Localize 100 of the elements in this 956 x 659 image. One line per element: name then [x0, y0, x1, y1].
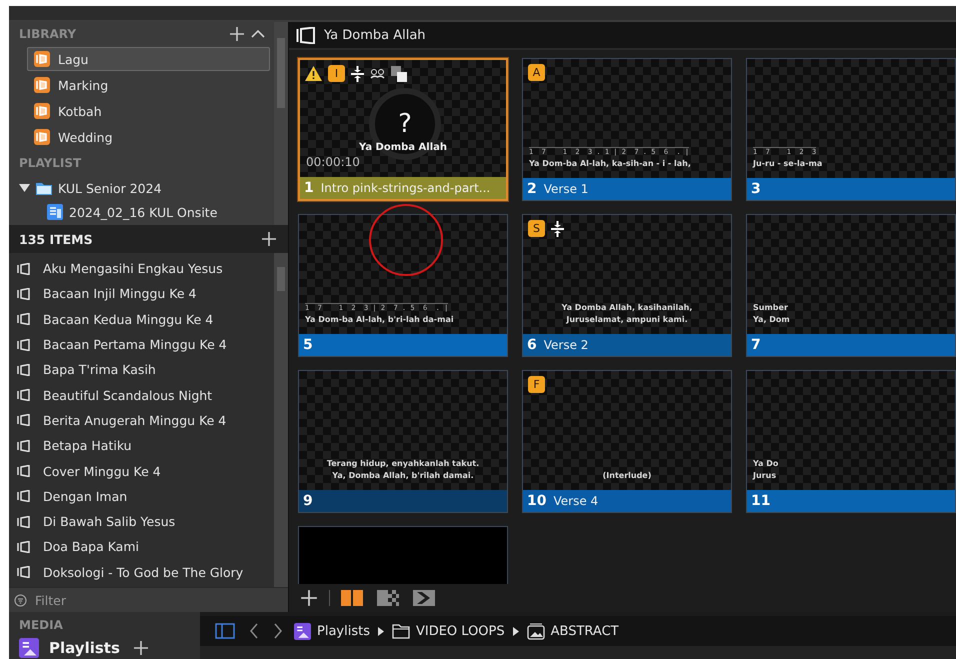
slide-tile[interactable]: S Ya Domba Allah, kasihanilah, Juruselamat, ampuni kami. 6 Verse 2 — [522, 214, 732, 357]
breadcrumb-link[interactable]: Playlists — [294, 622, 370, 640]
slide-badge: I — [328, 65, 345, 82]
filter-field[interactable]: Filter — [9, 587, 288, 612]
slide-badge: A — [528, 64, 545, 81]
lyric-text: Ya Do — [753, 458, 778, 470]
lyric-text: Terang hidup, enyahkanlah takut. — [326, 458, 480, 470]
presentation-icon — [17, 540, 31, 553]
playlist-folder[interactable]: KUL Senior 2024 — [19, 176, 274, 200]
section-title: LIBRARY — [19, 27, 76, 41]
presentation-icon — [17, 440, 31, 452]
lyric-text: Ya Dom-ba Al-lah, b'ri-lah da-mai — [305, 314, 454, 326]
slide-timer: 00:00:10 — [306, 155, 360, 169]
image-icon — [526, 622, 545, 640]
presentation-icon — [17, 288, 31, 300]
library-item[interactable]: Lagu — [27, 47, 270, 71]
presentation-icon — [17, 338, 31, 351]
slide-label: Verse 4 — [553, 494, 598, 508]
song-row[interactable]: Di Bawah Salib Yesus — [9, 508, 274, 534]
song-row[interactable]: Bacaan Kedua Minggu Ke 4 — [9, 306, 274, 332]
plus-icon — [229, 26, 245, 42]
section-title: MEDIA — [19, 618, 64, 632]
chevron-up-icon — [251, 29, 265, 39]
breadcrumb-link[interactable]: ABSTRACT — [526, 622, 619, 640]
plus-icon — [300, 589, 318, 607]
library-icon — [34, 77, 50, 93]
grid-view-button[interactable] — [338, 590, 366, 606]
presentation-icon — [17, 414, 31, 426]
section-title: PLAYLIST — [19, 156, 82, 170]
separator-arrow-icon — [378, 626, 384, 636]
library-item[interactable]: Wedding — [27, 125, 270, 149]
checker-icon — [377, 590, 399, 606]
song-row[interactable]: Bapa T'rima Kasih — [9, 357, 274, 382]
presentation-icon — [17, 313, 31, 326]
slide-tile[interactable]: Sumber Ya, Dom 7 — [746, 214, 956, 357]
song-row[interactable]: Doa Bapa Kami — [9, 534, 274, 560]
song-row[interactable]: Bacaan Injil Minggu Ke 4 — [9, 281, 274, 307]
slide-number: 3 — [751, 181, 761, 197]
library-icon — [34, 129, 50, 145]
next-icon — [413, 590, 435, 606]
library-icon — [34, 103, 50, 119]
presentation-icon — [296, 26, 316, 44]
lyric-text: (Interlude) — [602, 470, 652, 482]
media-item: Playlists — [49, 639, 120, 657]
layers-icon — [391, 66, 407, 82]
playlist-icon — [19, 638, 39, 658]
slide-caption: Ya Domba Allah — [358, 142, 448, 153]
lyric-text: Ya Dom-ba Al-lah, ka-sih-an - i - lah, — [529, 158, 691, 170]
slide-badge: S — [528, 220, 545, 237]
lyric-text: Ya, Domba Allah, b'rilah damai. — [332, 470, 474, 482]
filter-input[interactable]: Filter — [33, 592, 237, 608]
lyric-text: Ya, Dom — [753, 314, 790, 326]
song-row[interactable]: Berita Anugerah Minggu Ke 4 — [9, 408, 274, 434]
items-count: 135 ITEMS — [19, 232, 93, 246]
slide-label: Verse 2 — [544, 338, 588, 352]
song-row[interactable]: Betapa Hatiku — [9, 433, 274, 458]
presentation-icon — [17, 262, 31, 275]
folder-icon — [392, 624, 410, 638]
slide-number: 7 — [751, 337, 761, 353]
library-item[interactable]: Kotbah — [27, 99, 270, 123]
slide-number: 5 — [303, 337, 313, 353]
song-row[interactable]: Beautiful Scandalous Night — [9, 382, 274, 408]
presentation-icon — [17, 490, 31, 502]
presentation-icon — [17, 516, 31, 528]
slide-label: Verse 1 — [544, 182, 588, 196]
slide-tile[interactable]: F (Interlude) 10 Verse 4 — [522, 370, 732, 513]
playlist-item[interactable]: 2024_02_16 KUL Onsite — [19, 200, 274, 224]
song-row[interactable]: Aku Mengasihi Engkau Yesus — [9, 256, 274, 282]
lyric-text: Ya Domba Allah, kasihanilah, — [562, 302, 692, 314]
slide-badge: F — [528, 376, 545, 393]
checker-button[interactable] — [374, 590, 402, 606]
slide-number: 1 — [304, 180, 314, 196]
slide-tile[interactable]: Terang hidup, enyahkanlah takut. Ya, Domba Allah, b'rilah damai. 9 — [298, 370, 508, 513]
slide-tile[interactable]: I ? Ya Domba Allah 00:00:10 1 Intro pink-strings-and-part... — [298, 58, 508, 201]
slide-number: 2 — [527, 181, 537, 197]
song-row[interactable]: Dengan Iman — [9, 484, 274, 509]
slide-number: 6 — [527, 337, 537, 353]
slide-number: 9 — [303, 493, 313, 509]
song-row[interactable]: Bacaan Pertama Minggu Ke 4 — [9, 332, 274, 358]
presentation-icon — [17, 465, 31, 478]
playlist-icon — [294, 622, 311, 640]
chevron-right-icon — [273, 623, 283, 639]
next-button[interactable] — [410, 590, 438, 606]
presentation-icon — [17, 364, 31, 376]
split-icon — [551, 220, 564, 236]
presentation-icon — [17, 389, 31, 402]
slide-number: 11 — [751, 493, 770, 509]
mask-icon — [370, 68, 385, 80]
playlist-icon — [47, 204, 63, 220]
presentation-icon — [17, 566, 31, 578]
filter-icon — [14, 594, 27, 606]
split-icon — [351, 66, 364, 82]
song-row[interactable]: Doksologi - To God be The Glory — [9, 560, 274, 585]
plus-icon — [261, 231, 277, 247]
question-mark: ? — [398, 109, 412, 139]
slide-tile[interactable]: Ya Do Jurus 11 — [746, 370, 956, 513]
library-item[interactable]: Marking — [27, 73, 270, 97]
breadcrumb-link[interactable]: VIDEO LOOPS — [392, 624, 505, 638]
song-row[interactable]: Cover Minggu Ke 4 — [9, 458, 274, 484]
columns-icon — [341, 590, 363, 606]
